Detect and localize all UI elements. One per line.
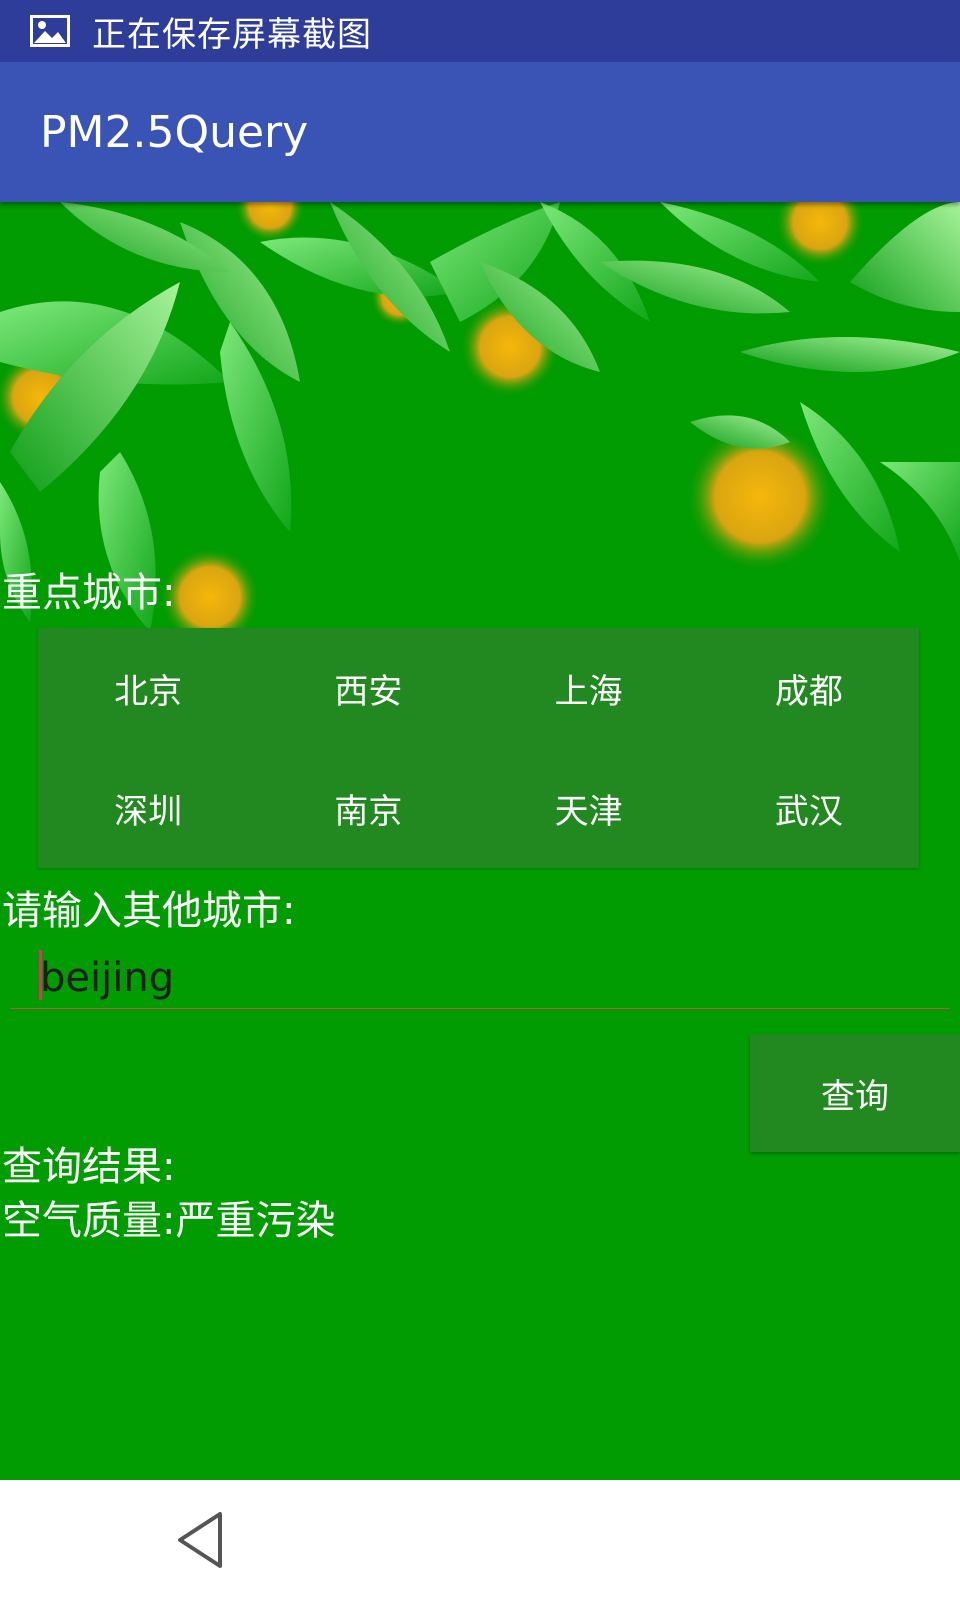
city-button-shenzhen[interactable]: 深圳: [38, 748, 258, 868]
status-text: 正在保存屏幕截图: [92, 14, 372, 55]
key-cities-panel: 北京 西安 上海 成都 深圳 南京 天津 武汉: [38, 628, 919, 868]
text-cursor: [39, 950, 42, 1000]
city-button-nanjing[interactable]: 南京: [258, 748, 478, 868]
key-cities-label: 重点城市:: [2, 570, 176, 616]
city-button-wuhan[interactable]: 武汉: [699, 748, 919, 868]
city-button-tianjin[interactable]: 天津: [479, 748, 699, 868]
main-content: 重点城市: 北京 西安 上海 成都 深圳 南京 天津 武汉 请输入其他城市: 查…: [0, 202, 960, 1480]
image-icon: [30, 15, 70, 47]
city-grid: 北京 西安 上海 成都 深圳 南京 天津 武汉: [38, 628, 919, 868]
city-input[interactable]: [10, 947, 950, 1009]
result-title: 查询结果:: [2, 1144, 176, 1190]
result-text: 空气质量:严重污染: [2, 1198, 336, 1244]
query-button[interactable]: 查询: [750, 1034, 960, 1152]
city-button-shanghai[interactable]: 上海: [479, 628, 699, 748]
city-button-xian[interactable]: 西安: [258, 628, 478, 748]
city-button-chengdu[interactable]: 成都: [699, 628, 919, 748]
status-bar: 正在保存屏幕截图: [0, 0, 960, 62]
app-bar: PM2.5Query: [0, 62, 960, 202]
navigation-bar: [0, 1480, 960, 1600]
other-city-label: 请输入其他城市:: [2, 888, 296, 934]
city-button-beijing[interactable]: 北京: [38, 628, 258, 748]
back-triangle-icon[interactable]: [174, 1510, 226, 1570]
app-title: PM2.5Query: [40, 106, 309, 158]
